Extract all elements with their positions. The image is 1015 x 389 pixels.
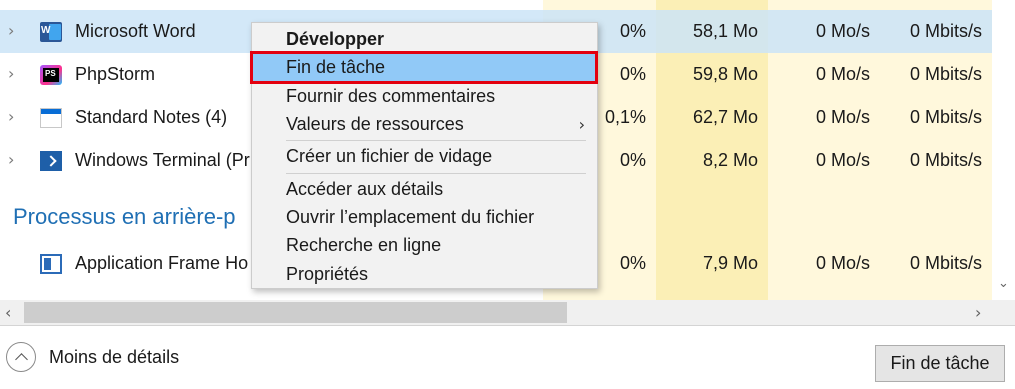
process-name: PhpStorm: [75, 64, 156, 84]
menu-item-expand[interactable]: Développer: [252, 25, 597, 54]
expand-chevron-icon[interactable]: ›: [8, 65, 24, 83]
menu-item-open-file-location[interactable]: Ouvrir l’emplacement du fichier: [252, 203, 597, 232]
menu-item-feedback[interactable]: Fournir des commentaires: [252, 82, 597, 111]
menu-item-resource-values[interactable]: Valeurs de ressources ›: [252, 110, 597, 139]
horizontal-scrollbar[interactable]: ‹ ›: [0, 300, 1015, 325]
network-value: 0 Mbits/s: [909, 107, 982, 127]
terminal-icon: [40, 151, 62, 171]
disk-value: 0 Mo/s: [815, 21, 870, 41]
menu-item-go-to-details[interactable]: Accéder aux détails: [252, 175, 597, 204]
menu-item-label: Valeurs de ressources: [286, 114, 464, 134]
process-name: Application Frame Ho: [75, 253, 249, 273]
menu-item-end-task[interactable]: Fin de tâche: [250, 51, 598, 84]
disk-value: 0 Mo/s: [815, 64, 870, 84]
menu-item-create-dump[interactable]: Créer un fichier de vidage: [252, 142, 597, 171]
phpstorm-icon: [40, 65, 62, 85]
expand-chevron-icon[interactable]: ›: [8, 22, 24, 40]
expand-chevron-icon[interactable]: ›: [8, 151, 24, 169]
scrollbar-thumb[interactable]: [24, 302, 567, 323]
disk-value: 0 Mo/s: [815, 107, 870, 127]
footer: Moins de détails Fin de tâche: [0, 326, 1015, 389]
chevron-up-icon[interactable]: [6, 342, 36, 372]
context-menu: Développer Fin de tâche Fournir des comm…: [250, 22, 598, 289]
network-value: 0 Mbits/s: [909, 253, 982, 273]
disk-value: 0 Mo/s: [815, 150, 870, 170]
less-details-toggle[interactable]: Moins de détails: [6, 342, 179, 372]
process-name: Windows Terminal (Pr: [75, 150, 250, 170]
submenu-arrow-icon: ›: [578, 115, 585, 134]
scroll-down-icon[interactable]: ⌄: [998, 276, 1009, 291]
memory-value: 58,1 Mo: [692, 21, 758, 41]
network-value: 0 Mbits/s: [909, 64, 982, 84]
disk-value: 0 Mo/s: [815, 253, 870, 273]
standard-notes-icon: [40, 108, 62, 128]
scroll-right-icon[interactable]: ›: [975, 303, 981, 322]
expand-chevron-icon[interactable]: ›: [8, 108, 24, 126]
background-processes-heading: Processus en arrière-p: [13, 204, 236, 229]
app-frame-icon: [40, 254, 62, 274]
less-details-label[interactable]: Moins de détails: [49, 347, 179, 368]
menu-separator: [286, 140, 586, 141]
menu-separator: [286, 173, 586, 174]
scroll-left-icon[interactable]: ‹: [5, 303, 11, 322]
network-value: 0 Mbits/s: [909, 150, 982, 170]
memory-value: 59,8 Mo: [692, 64, 758, 84]
memory-value: 8,2 Mo: [702, 150, 758, 170]
end-task-button[interactable]: Fin de tâche: [875, 345, 1005, 382]
word-icon: [40, 22, 62, 42]
memory-value: 7,9 Mo: [702, 253, 758, 273]
process-name: Microsoft Word: [75, 21, 196, 41]
process-name: Standard Notes (4): [75, 107, 228, 127]
menu-item-search-online[interactable]: Recherche en ligne: [252, 231, 597, 260]
menu-item-properties[interactable]: Propriétés: [252, 260, 597, 289]
memory-value: 62,7 Mo: [692, 107, 758, 127]
network-value: 0 Mbits/s: [909, 21, 982, 41]
